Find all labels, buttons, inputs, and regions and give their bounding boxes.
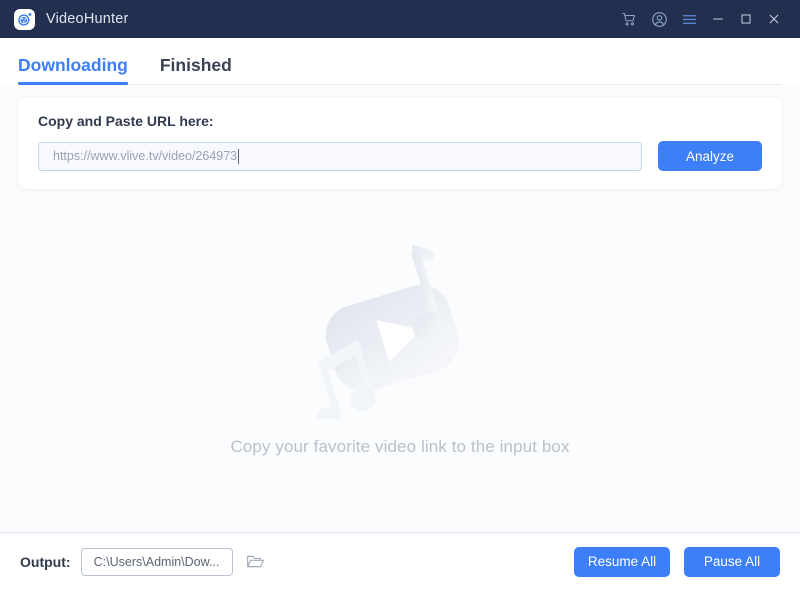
close-icon[interactable] — [760, 4, 788, 34]
tab-downloading[interactable]: Downloading — [18, 55, 128, 85]
url-card-label: Copy and Paste URL here: — [38, 113, 214, 129]
minimize-icon[interactable] — [704, 4, 732, 34]
url-input-card: Copy and Paste URL here: https://www.vli… — [18, 97, 782, 189]
title-bar: VideoHunter — [0, 0, 800, 38]
window-controls — [614, 4, 788, 34]
empty-state: Copy your favorite video link to the inp… — [18, 189, 782, 590]
url-input-row: https://www.vlive.tv/video/264973 Analyz… — [38, 141, 762, 171]
analyze-button[interactable]: Analyze — [658, 141, 762, 171]
user-account-icon[interactable] — [644, 4, 674, 34]
video-music-placeholder-icon — [316, 244, 459, 419]
videohunter-logo-icon — [14, 8, 35, 30]
empty-state-message: Copy your favorite video link to the inp… — [230, 437, 570, 456]
hamburger-menu-icon[interactable] — [674, 4, 704, 34]
tab-finished[interactable]: Finished — [160, 55, 232, 85]
resume-all-button[interactable]: Resume All — [574, 546, 670, 577]
open-folder-icon[interactable] — [245, 551, 267, 573]
text-caret — [238, 148, 240, 164]
tab-bar: Downloading Finished — [0, 38, 800, 85]
output-label: Output: — [20, 553, 71, 570]
output-path-field[interactable]: C:\Users\Admin\Dow... — [80, 547, 233, 576]
main-content: Copy and Paste URL here: https://www.vli… — [0, 85, 800, 590]
url-input[interactable]: https://www.vlive.tv/video/264973 — [38, 141, 642, 171]
pause-all-button[interactable]: Pause All — [684, 546, 780, 577]
shopping-cart-icon[interactable] — [614, 4, 644, 34]
app-title: VideoHunter — [46, 11, 129, 27]
url-input-value: https://www.vlive.tv/video/264973 — [53, 149, 238, 163]
app-window: VideoHunter Downloading Finished Copy an… — [0, 0, 800, 590]
footer-bar: Output: C:\Users\Admin\Dow... Resume All… — [0, 532, 800, 590]
maximize-icon[interactable] — [732, 4, 760, 34]
